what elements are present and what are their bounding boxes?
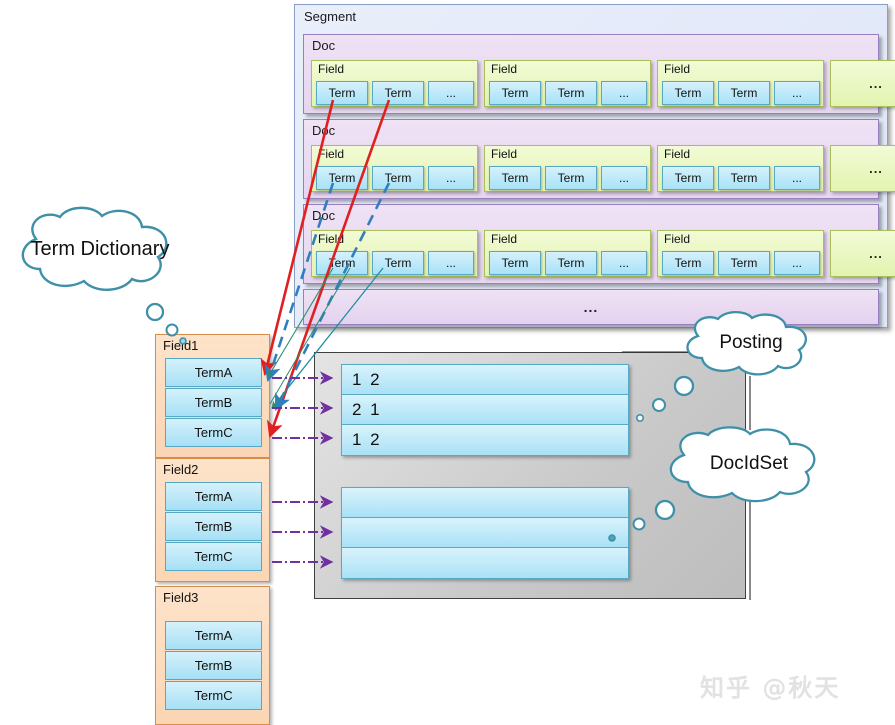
field-title: Field	[664, 232, 691, 246]
dictionary-term[interactable]: TermB	[165, 512, 262, 541]
doc-box: Doc Field Term Term ... Field Term Term …	[303, 119, 895, 199]
segment-panel: Segment Doc Field Term Term ... Field Te…	[294, 4, 895, 328]
term-dictionary-field-3: Field3 TermA TermB TermC	[155, 586, 270, 725]
term-box: Term	[545, 166, 597, 190]
term-box: Term	[372, 166, 424, 190]
term-box-more: ...	[601, 166, 647, 190]
dictionary-term[interactable]: TermC	[165, 418, 262, 447]
term-box: Term	[489, 251, 541, 275]
doc-title: Doc	[312, 208, 336, 223]
term-box: Term	[718, 81, 770, 105]
field-panel-title: Field1	[163, 338, 199, 353]
cloud-shape	[686, 310, 808, 376]
docidset-callout: DocIdSet	[650, 425, 848, 503]
field-box: Field Term Term ...	[657, 145, 824, 192]
field-box: Field Term Term ...	[657, 230, 824, 277]
term-dictionary-field-2: Field2 TermA TermB TermC	[155, 458, 270, 582]
term-box: Term	[545, 81, 597, 105]
term-box-more: ...	[774, 81, 820, 105]
dictionary-term[interactable]: TermC	[165, 542, 262, 571]
field-box-more: ...	[830, 230, 895, 277]
posting-row	[342, 488, 628, 518]
term-box: Term	[316, 81, 368, 105]
segment-title: Segment	[304, 9, 357, 24]
field-title: Field	[318, 232, 345, 246]
posting-row	[342, 548, 628, 578]
field-panel-title: Field3	[163, 590, 199, 605]
diagram-canvas: Segment Doc Field Term Term ... Field Te…	[0, 0, 895, 725]
field-title: Field	[664, 147, 691, 161]
term-box: Term	[372, 251, 424, 275]
posting-value: 1 2	[352, 430, 382, 449]
term-box: Term	[662, 251, 714, 275]
term-box: Term	[316, 251, 368, 275]
doc-box: Doc Field Term Term ... Field Term Term …	[303, 34, 895, 114]
dictionary-term[interactable]: TermA	[165, 358, 262, 387]
field-box-more: ...	[830, 145, 895, 192]
doc-title: Doc	[312, 38, 336, 53]
term-box: Term	[316, 166, 368, 190]
term-box-more: ...	[428, 166, 474, 190]
term-box: Term	[545, 251, 597, 275]
field-box: Field Term Term ...	[484, 60, 651, 107]
term-box: Term	[372, 81, 424, 105]
field-box: Field Term Term ...	[484, 230, 651, 277]
term-box: Term	[662, 166, 714, 190]
field-box-more: ...	[830, 60, 895, 107]
posting-row: 1 2	[342, 425, 628, 455]
cloud-shape	[669, 426, 816, 503]
term-dictionary-callout: Term Dictionary	[2, 205, 198, 293]
field-box: Field Term Term ...	[311, 60, 478, 107]
term-box-more: ...	[601, 251, 647, 275]
term-dictionary-field-1: Field1 TermA TermB TermC	[155, 334, 270, 458]
field-title: Field	[664, 62, 691, 76]
posting-row	[342, 518, 628, 548]
field-title: Field	[491, 232, 518, 246]
dictionary-term[interactable]: TermC	[165, 681, 262, 710]
field-box: Field Term Term ...	[311, 230, 478, 277]
posting-callout: Posting	[670, 310, 832, 376]
posting-row: 2 1	[342, 395, 628, 425]
posting-list	[341, 487, 629, 579]
doc-box: Doc Field Term Term ... Field Term Term …	[303, 204, 895, 284]
field-panel-title: Field2	[163, 462, 199, 477]
dictionary-term[interactable]: TermA	[165, 482, 262, 511]
term-box: Term	[718, 166, 770, 190]
term-box-more: ...	[774, 166, 820, 190]
term-box: Term	[489, 81, 541, 105]
term-box-more: ...	[428, 81, 474, 105]
field-title: Field	[318, 62, 345, 76]
term-box: Term	[662, 81, 714, 105]
doc-title: Doc	[312, 123, 336, 138]
field-box: Field Term Term ...	[657, 60, 824, 107]
term-box: Term	[718, 251, 770, 275]
field-title: Field	[318, 147, 345, 161]
dictionary-term[interactable]: TermA	[165, 621, 262, 650]
term-box-more: ...	[774, 251, 820, 275]
field-box: Field Term Term ...	[311, 145, 478, 192]
field-box: Field Term Term ...	[484, 145, 651, 192]
posting-value: 1 2	[352, 369, 382, 389]
term-box-more: ...	[601, 81, 647, 105]
dictionary-term[interactable]: TermB	[165, 388, 262, 417]
dictionary-term[interactable]: TermB	[165, 651, 262, 680]
term-box-more: ...	[428, 251, 474, 275]
posting-value: 2 1	[352, 399, 382, 419]
field-title: Field	[491, 62, 518, 76]
cloud-shape	[21, 206, 168, 291]
posting-list: 1 2 2 1 1 2	[341, 364, 629, 456]
term-box: Term	[489, 166, 541, 190]
posting-row: 1 2	[342, 365, 628, 395]
watermark: 知乎 @秋天	[700, 674, 841, 702]
field-title: Field	[491, 147, 518, 161]
